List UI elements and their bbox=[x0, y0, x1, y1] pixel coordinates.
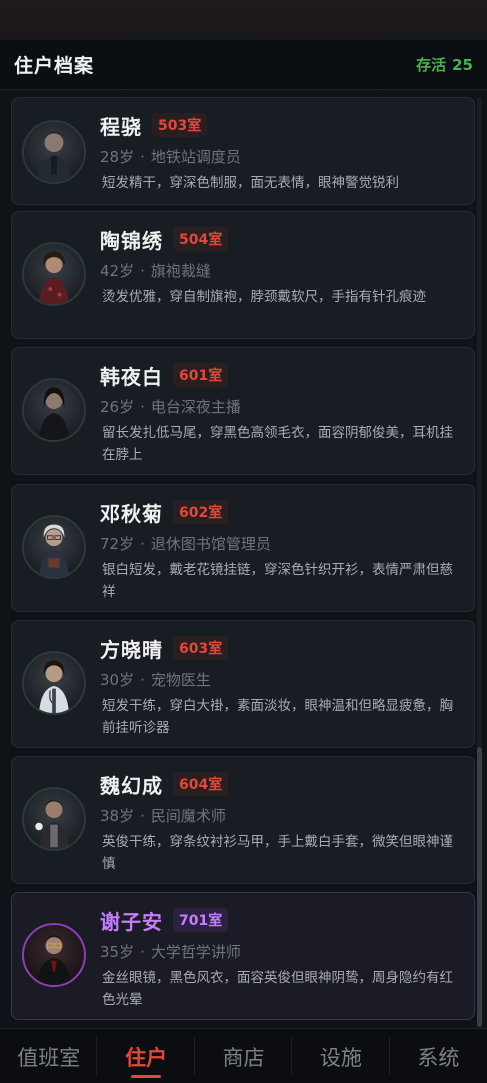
resident-age: 30岁 bbox=[100, 671, 135, 689]
man-uniform-icon bbox=[22, 120, 86, 184]
resident-name: 魏幻成 bbox=[100, 773, 163, 798]
resident-info: 程骁 503室 28岁 · 地铁站调度员 短发精干，穿深色制服，面无表情，眼神警觉锐… bbox=[100, 112, 462, 194]
room-badge: 504室 bbox=[173, 227, 229, 251]
resident-description: 金丝眼镜，黑色风衣，面容英俊但眼神阴鸷，周身隐约有红色光晕 bbox=[102, 970, 453, 1008]
room-badge: 603室 bbox=[173, 636, 229, 660]
tab-label: 商店 bbox=[222, 1045, 265, 1070]
resident-meta: 38岁 · 民间魔术师 bbox=[100, 807, 226, 825]
tab-system[interactable]: 系统 bbox=[390, 1029, 487, 1083]
survive-counter: 存活 25 bbox=[416, 54, 473, 75]
resident-meta: 30岁 · 宠物医生 bbox=[100, 671, 211, 689]
resident-job: 退休图书馆管理员 bbox=[150, 535, 271, 553]
app-root: 住户档案 存活 25 程骁 503室 28岁 · 地铁站调度员 短发精干，穿深色制服，… bbox=[0, 0, 487, 1083]
room-badge: 604室 bbox=[173, 772, 229, 796]
room-badge: 503室 bbox=[152, 113, 208, 137]
resident-age: 35岁 bbox=[100, 943, 135, 961]
survive-label: 存活 bbox=[416, 56, 447, 74]
resident-age: 26岁 bbox=[100, 398, 135, 416]
resident-job: 大学哲学讲师 bbox=[150, 943, 241, 961]
resident-card[interactable]: 陶锦绣 504室 42岁 · 旗袍裁缝 烫发优雅，穿自制旗袍，脖颈戴软尺，手指有针孔… bbox=[11, 211, 475, 339]
resident-meta: 26岁 · 电台深夜主播 bbox=[100, 398, 241, 416]
resident-age: 28岁 bbox=[100, 148, 135, 166]
man-longhair-icon bbox=[22, 378, 86, 442]
resident-name: 程骁 bbox=[100, 114, 142, 139]
tab-label: 住户 bbox=[125, 1045, 168, 1070]
page-title: 住户档案 bbox=[14, 55, 95, 77]
resident-card[interactable]: 谢子安 701室 35岁 · 大学哲学讲师 金丝眼镜，黑色风衣，面容英俊但眼神阴鸷，… bbox=[11, 892, 475, 1020]
resident-description: 英俊干练，穿条纹衬衫马甲，手上戴白手套，微笑但眼神谨慎 bbox=[102, 834, 453, 872]
scroll-thumb[interactable] bbox=[477, 747, 482, 1027]
tab-facilities[interactable]: 设施 bbox=[292, 1029, 390, 1083]
resident-age: 42岁 bbox=[100, 262, 135, 280]
tab-label: 值班室 bbox=[17, 1045, 81, 1070]
room-badge: 701室 bbox=[173, 908, 229, 932]
resident-name: 韩夜白 bbox=[100, 364, 163, 389]
resident-info: 韩夜白 601室 26岁 · 电台深夜主播 留长发扎低马尾，穿黑色高领毛衣，面容阴郁… bbox=[100, 362, 462, 466]
resident-job: 地铁站调度员 bbox=[150, 148, 241, 166]
room-badge: 602室 bbox=[173, 500, 229, 524]
scrollbar[interactable] bbox=[477, 97, 482, 1027]
resident-card[interactable]: 韩夜白 601室 26岁 · 电台深夜主播 留长发扎低马尾，穿黑色高领毛衣，面容阴郁… bbox=[11, 347, 475, 475]
resident-description: 银白短发，戴老花镜挂链，穿深色针织开衫，表情严肃但慈祥 bbox=[102, 562, 453, 600]
resident-description: 短发精干，穿深色制服，面无表情，眼神警觉锐利 bbox=[102, 175, 399, 191]
resident-job: 旗袍裁缝 bbox=[150, 262, 211, 280]
resident-name: 方晓晴 bbox=[100, 637, 163, 662]
resident-card[interactable]: 方晓晴 603室 30岁 · 宠物医生 短发干练，穿白大褂，素面淡妆，眼神温和但略显… bbox=[11, 620, 475, 748]
man-glasses-icon bbox=[22, 923, 86, 987]
room-badge: 601室 bbox=[173, 363, 229, 387]
resident-meta: 72岁 · 退休图书馆管理员 bbox=[100, 535, 271, 553]
resident-description: 留长发扎低马尾，穿黑色高领毛衣，面容阴郁俊美，耳机挂在脖上 bbox=[102, 425, 453, 463]
resident-job: 宠物医生 bbox=[150, 671, 211, 689]
resident-description: 烫发优雅，穿自制旗袍，脖颈戴软尺，手指有针孔痕迹 bbox=[102, 289, 426, 305]
tab-label: 设施 bbox=[319, 1045, 362, 1070]
resident-info: 谢子安 701室 35岁 · 大学哲学讲师 金丝眼镜，黑色风衣，面容英俊但眼神阴鸷，… bbox=[100, 907, 462, 1011]
resident-card[interactable]: 邓秋菊 602室 72岁 · 退休图书馆管理员 银白短发，戴老花镜挂链，穿深色针织开… bbox=[11, 484, 475, 612]
survive-count: 25 bbox=[452, 56, 473, 74]
resident-name: 邓秋菊 bbox=[100, 501, 163, 526]
resident-info: 魏幻成 604室 38岁 · 民间魔术师 英俊干练，穿条纹衬衫马甲，手上戴白手套，微… bbox=[100, 771, 462, 875]
elderly-woman-icon bbox=[22, 515, 86, 579]
resident-info: 方晓晴 603室 30岁 · 宠物医生 短发干练，穿白大褂，素面淡妆，眼神温和但略显… bbox=[100, 635, 462, 739]
resident-meta: 42岁 · 旗袍裁缝 bbox=[100, 262, 211, 280]
resident-name: 陶锦绣 bbox=[100, 228, 163, 253]
header-bar: 住户档案 存活 25 bbox=[0, 40, 487, 90]
woman-qipao-icon bbox=[22, 242, 86, 306]
man-magician-icon bbox=[22, 787, 86, 851]
tab-duty-room[interactable]: 值班室 bbox=[0, 1029, 98, 1083]
resident-job: 电台深夜主播 bbox=[150, 398, 241, 416]
resident-meta: 35岁 · 大学哲学讲师 bbox=[100, 943, 241, 961]
resident-meta: 28岁 · 地铁站调度员 bbox=[100, 148, 241, 166]
resident-name: 谢子安 bbox=[100, 909, 163, 934]
tab-shop[interactable]: 商店 bbox=[195, 1029, 293, 1083]
top-strip bbox=[0, 0, 487, 40]
resident-job: 民间魔术师 bbox=[150, 807, 226, 825]
resident-description: 短发干练，穿白大褂，素面淡妆，眼神温和但略显疲惫，胸前挂听诊器 bbox=[102, 698, 453, 736]
resident-card[interactable]: 魏幻成 604室 38岁 · 民间魔术师 英俊干练，穿条纹衬衫马甲，手上戴白手套，微… bbox=[11, 756, 475, 884]
resident-age: 38岁 bbox=[100, 807, 135, 825]
tab-residents[interactable]: 住户 bbox=[97, 1029, 195, 1083]
bottom-tab-bar: 值班室 住户 商店 设施 系统 bbox=[0, 1028, 487, 1083]
resident-card[interactable]: 程骁 503室 28岁 · 地铁站调度员 短发精干，穿深色制服，面无表情，眼神警觉锐… bbox=[11, 97, 475, 205]
woman-doctor-icon bbox=[22, 651, 86, 715]
tab-label: 系统 bbox=[417, 1045, 460, 1070]
resident-age: 72岁 bbox=[100, 535, 135, 553]
resident-info: 陶锦绣 504室 42岁 · 旗袍裁缝 烫发优雅，穿自制旗袍，脖颈戴软尺，手指有针孔… bbox=[100, 226, 462, 308]
resident-info: 邓秋菊 602室 72岁 · 退休图书馆管理员 银白短发，戴老花镜挂链，穿深色针织开… bbox=[100, 499, 462, 603]
